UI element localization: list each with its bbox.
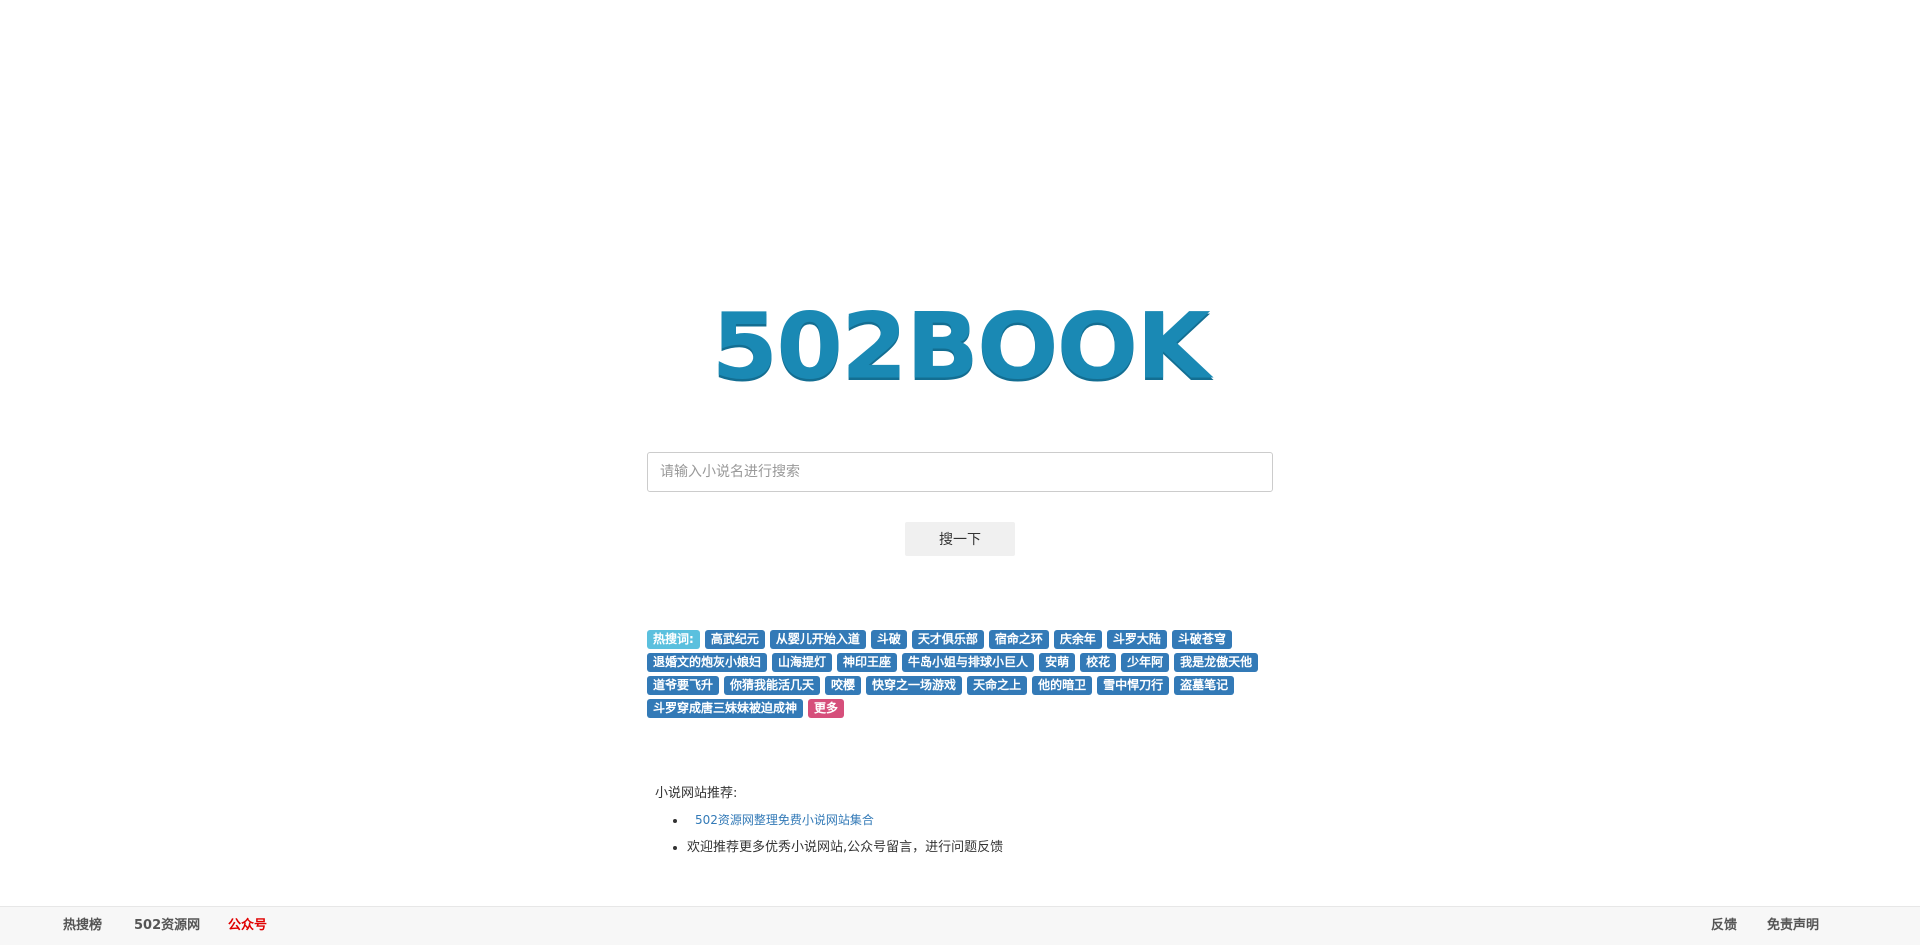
list-item: 502资源网整理免费小说网站集合 [687,811,1003,828]
footer: 热搜榜 502资源网 公众号 反馈 免责声明 [0,906,1920,945]
site-logo[interactable]: 502BOOK [711,293,1210,399]
recommend-note: 欢迎推荐更多优秀小说网站,公众号留言，进行问题反馈 [687,840,1004,855]
page: 502BOOK 搜一下 热搜词: 高武纪元 从婴儿开始入道 斗破 天才俱乐部 宿… [0,0,1920,945]
hotword-tag[interactable]: 斗罗大陆 [1106,630,1167,649]
hotword-tag[interactable]: 盗墓笔记 [1174,676,1235,695]
hotword-tag[interactable]: 退婚文的炮灰小娘妇 [647,653,768,672]
hotword-tag[interactable]: 斗破苍穹 [1171,630,1232,649]
hotword-tag[interactable]: 雪中悍刀行 [1097,676,1170,695]
hotword-tag[interactable]: 斗罗穿成唐三妹妹被迫成神 [647,699,804,718]
recommend-title: 小说网站推荐: [655,786,738,801]
hotword-tag[interactable]: 牛岛小姐与排球小巨人 [902,653,1035,672]
footer-link-disclaimer[interactable]: 免责声明 [1767,907,1819,945]
footer-link-feedback[interactable]: 反馈 [1711,907,1737,945]
hotword-tag[interactable]: 高武纪元 [704,630,765,649]
search-input[interactable] [647,452,1273,492]
hotword-tag[interactable]: 神印王座 [837,653,898,672]
hotword-tag[interactable]: 少年阿 [1121,653,1170,672]
footer-link-hot-ranking[interactable]: 热搜榜 [63,907,102,945]
recommend-section: 小说网站推荐: 502资源网整理免费小说网站集合 欢迎推荐更多优秀小说网站,公众… [655,782,1003,863]
more-hotwords-button[interactable]: 更多 [808,699,845,718]
hotword-tag[interactable]: 我是龙傲天他 [1174,653,1259,672]
hotword-tag[interactable]: 你猜我能活几天 [724,676,821,695]
search-button[interactable]: 搜一下 [905,522,1015,556]
hotword-tag[interactable]: 宿命之环 [988,630,1049,649]
hotword-tag[interactable]: 他的暗卫 [1032,676,1093,695]
hotword-tag[interactable]: 从婴儿开始入道 [769,630,866,649]
recommend-list: 502资源网整理免费小说网站集合 欢迎推荐更多优秀小说网站,公众号留言，进行问题… [655,811,1003,855]
hotword-tag[interactable]: 快穿之一场游戏 [866,676,963,695]
hotword-tag[interactable]: 安萌 [1039,653,1076,672]
hotword-tag[interactable]: 天才俱乐部 [911,630,984,649]
hotword-tag[interactable]: 道爷要飞升 [647,676,720,695]
hotword-tag[interactable]: 天命之上 [967,676,1028,695]
hotword-tag[interactable]: 庆余年 [1053,630,1102,649]
hotwords-list: 热搜词: 高武纪元 从婴儿开始入道 斗破 天才俱乐部 宿命之环 庆余年 斗罗大陆… [647,630,1277,718]
hotword-tag[interactable]: 校花 [1080,653,1117,672]
footer-link-502-resources[interactable]: 502资源网 [134,907,200,945]
hotword-tag[interactable]: 山海提灯 [772,653,833,672]
footer-link-wechat[interactable]: 公众号 [228,907,267,945]
hotword-tag[interactable]: 斗破 [870,630,907,649]
hotword-tag[interactable]: 咬樱 [825,676,862,695]
list-item: 欢迎推荐更多优秀小说网站,公众号留言，进行问题反馈 [687,836,1003,855]
hotwords-label: 热搜词: [647,630,700,649]
recommend-link[interactable]: 502资源网整理免费小说网站集合 [695,813,874,827]
